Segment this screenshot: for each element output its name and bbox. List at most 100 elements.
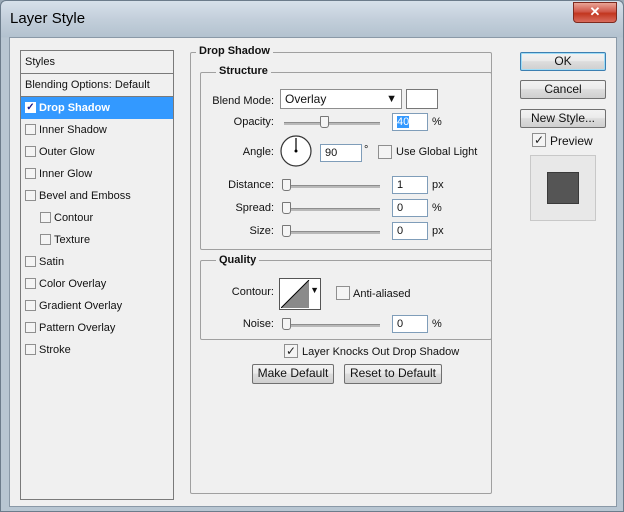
blending-options-item[interactable]: Blending Options: Default bbox=[21, 74, 173, 97]
style-item-gradient-overlay[interactable]: Gradient Overlay bbox=[21, 295, 173, 317]
checkbox-check-icon: ✓ bbox=[532, 133, 546, 147]
checkbox-icon[interactable] bbox=[25, 299, 36, 311]
title-bar[interactable]: Layer Style ✕ bbox=[1, 1, 623, 37]
checkbox-icon[interactable] bbox=[25, 277, 36, 289]
global-light-checkbox[interactable] bbox=[378, 145, 395, 160]
blend-mode-label: Blend Mode: bbox=[212, 95, 274, 107]
anti-aliased-checkbox[interactable] bbox=[336, 286, 353, 301]
drop-shadow-title: Drop Shadow bbox=[196, 45, 273, 57]
checkbox-icon[interactable] bbox=[25, 343, 36, 355]
style-item-label: Inner Glow bbox=[39, 168, 93, 180]
distance-slider-thumb[interactable] bbox=[282, 179, 291, 191]
ok-button[interactable]: OK bbox=[520, 52, 606, 71]
spread-input[interactable]: 0 bbox=[392, 199, 428, 217]
noise-value: 0 bbox=[397, 318, 404, 330]
spread-label: Spread: bbox=[235, 202, 274, 214]
style-item-label: Color Overlay bbox=[39, 278, 107, 290]
opacity-label: Opacity: bbox=[233, 116, 274, 128]
spread-slider-thumb[interactable] bbox=[282, 202, 291, 214]
style-item-outer-glow[interactable]: Outer Glow bbox=[21, 141, 173, 163]
size-label: Size: bbox=[249, 225, 274, 237]
angle-input[interactable]: 90 bbox=[320, 144, 362, 162]
style-item-label: Gradient Overlay bbox=[39, 300, 123, 312]
style-item-drop-shadow[interactable]: ✓ Drop Shadow bbox=[21, 97, 173, 119]
close-button[interactable]: ✕ bbox=[573, 2, 617, 23]
checkbox-check-icon: ✓ bbox=[284, 344, 298, 358]
style-item-bevel-and-emboss[interactable]: Bevel and Emboss bbox=[21, 185, 173, 207]
style-item-label: Contour bbox=[54, 212, 94, 224]
noise-slider[interactable] bbox=[284, 324, 380, 327]
style-item-inner-glow[interactable]: Inner Glow bbox=[21, 163, 173, 185]
angle-dial-icon bbox=[280, 135, 312, 167]
opacity-input[interactable]: 40 bbox=[392, 113, 428, 131]
checkbox-check-icon[interactable]: ✓ bbox=[25, 101, 36, 113]
style-items-list: ✓ Drop Shadow Inner Shadow Outer Glow Inner … bbox=[21, 97, 173, 361]
styles-header[interactable]: Styles bbox=[21, 51, 173, 74]
size-slider-thumb[interactable] bbox=[282, 225, 291, 237]
checkbox-icon[interactable] bbox=[25, 145, 36, 157]
checkbox-icon[interactable] bbox=[40, 233, 51, 245]
distance-unit: px bbox=[432, 179, 444, 191]
noise-slider-thumb[interactable] bbox=[282, 318, 291, 330]
distance-value: 1 bbox=[397, 179, 404, 191]
anti-aliased-label[interactable]: Anti-aliased bbox=[353, 288, 410, 300]
dialog-client-area: Styles Blending Options: Default ✓ Drop S… bbox=[9, 37, 617, 507]
style-item-label: Satin bbox=[39, 256, 65, 268]
style-item-label: Bevel and Emboss bbox=[39, 190, 131, 202]
size-input[interactable]: 0 bbox=[392, 222, 428, 240]
checkbox-icon bbox=[378, 145, 392, 159]
size-slider[interactable] bbox=[284, 231, 380, 234]
opacity-slider[interactable] bbox=[284, 122, 380, 125]
checkbox-icon[interactable] bbox=[25, 321, 36, 333]
layer-style-dialog: Layer Style ✕ Styles Blending Options: D… bbox=[0, 0, 624, 512]
style-item-texture[interactable]: Texture bbox=[21, 229, 173, 251]
noise-input[interactable]: 0 bbox=[392, 315, 428, 333]
noise-unit: % bbox=[432, 318, 442, 330]
angle-unit: ° bbox=[364, 144, 369, 156]
new-style-button[interactable]: New Style... bbox=[520, 109, 606, 128]
chevron-down-icon: ▼ bbox=[310, 285, 319, 295]
spread-slider[interactable] bbox=[284, 208, 380, 211]
quality-title: Quality bbox=[216, 254, 260, 266]
style-item-stroke[interactable]: Stroke bbox=[21, 339, 173, 361]
size-unit: px bbox=[432, 225, 444, 237]
preview-checkbox[interactable]: ✓ bbox=[532, 133, 549, 148]
checkbox-icon[interactable] bbox=[25, 167, 36, 179]
preview-label[interactable]: Preview bbox=[550, 134, 593, 148]
knockout-checkbox[interactable]: ✓ bbox=[284, 344, 301, 359]
chevron-down-icon: ▼ bbox=[386, 93, 397, 105]
size-value: 0 bbox=[397, 225, 404, 237]
blend-mode-select[interactable]: Overlay ▼ bbox=[280, 89, 402, 109]
styles-list-panel: Styles Blending Options: Default ✓ Drop S… bbox=[20, 50, 174, 500]
preview-swatch bbox=[547, 172, 579, 204]
close-icon: ✕ bbox=[589, 4, 601, 19]
style-item-inner-shadow[interactable]: Inner Shadow bbox=[21, 119, 173, 141]
distance-slider[interactable] bbox=[284, 185, 380, 188]
reset-to-default-button[interactable]: Reset to Default bbox=[344, 364, 442, 384]
dialog-title: Layer Style bbox=[10, 10, 86, 27]
global-light-label[interactable]: Use Global Light bbox=[396, 146, 477, 158]
angle-dial[interactable] bbox=[279, 134, 313, 168]
distance-input[interactable]: 1 bbox=[392, 176, 428, 194]
checkbox-icon[interactable] bbox=[25, 255, 36, 267]
make-default-button[interactable]: Make Default bbox=[252, 364, 334, 384]
opacity-value: 40 bbox=[397, 116, 410, 128]
opacity-unit: % bbox=[432, 116, 442, 128]
contour-picker[interactable]: ▼ bbox=[279, 278, 321, 310]
checkbox-icon[interactable] bbox=[25, 123, 36, 135]
checkbox-icon[interactable] bbox=[25, 189, 36, 201]
style-item-label: Outer Glow bbox=[39, 146, 95, 158]
preview-thumbnail bbox=[530, 155, 596, 221]
cancel-button[interactable]: Cancel bbox=[520, 80, 606, 99]
style-item-pattern-overlay[interactable]: Pattern Overlay bbox=[21, 317, 173, 339]
noise-label: Noise: bbox=[242, 318, 274, 330]
style-item-contour[interactable]: Contour bbox=[21, 207, 173, 229]
blend-mode-value: Overlay bbox=[285, 92, 327, 106]
style-item-satin[interactable]: Satin bbox=[21, 251, 173, 273]
opacity-slider-thumb[interactable] bbox=[320, 116, 329, 128]
knockout-label[interactable]: Layer Knocks Out Drop Shadow bbox=[302, 346, 459, 358]
checkbox-icon[interactable] bbox=[40, 211, 51, 223]
structure-title: Structure bbox=[216, 65, 271, 77]
shadow-color-swatch[interactable] bbox=[406, 89, 438, 109]
style-item-color-overlay[interactable]: Color Overlay bbox=[21, 273, 173, 295]
